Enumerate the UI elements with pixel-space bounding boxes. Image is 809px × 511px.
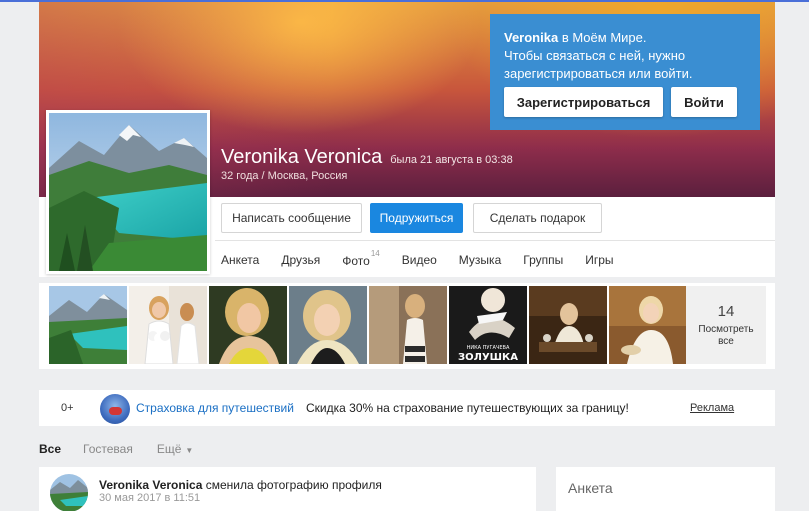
nav-item-music[interactable]: Музыка <box>459 253 501 268</box>
ad-logo-icon[interactable] <box>100 394 130 424</box>
last-seen: была 21 августа в 03:38 <box>390 154 513 166</box>
poster-title: ЗОЛУШКА <box>458 352 518 363</box>
add-friend-button[interactable]: Подружиться <box>370 203 463 233</box>
post-date[interactable]: 30 мая 2017 в 11:51 <box>99 492 200 504</box>
post-avatar[interactable] <box>50 474 88 511</box>
poster-subtitle: НИКА ПУГАЧЕВА <box>467 345 510 351</box>
see-all-label-line1: Посмотреть <box>698 323 754 335</box>
photo-thumb[interactable] <box>609 286 687 364</box>
write-message-button[interactable]: Написать сообщение <box>221 203 362 233</box>
profile-nav: Анкета Друзья Фото14 Видео Музыка Группы… <box>221 249 636 268</box>
photos-count: 14 <box>717 302 735 320</box>
ad-age-rating: 0+ <box>61 402 74 414</box>
profile-meta: 32 года / Москва, Россия <box>221 170 348 182</box>
nav-item-groups[interactable]: Группы <box>523 253 563 268</box>
register-prompt: Veronika в Моём Мире. Чтобы связаться с … <box>490 14 760 130</box>
tab-more[interactable]: Ещё ▼ <box>157 442 193 456</box>
register-user-name: Veronika <box>504 30 559 45</box>
nav-item-profile[interactable]: Анкета <box>221 253 259 268</box>
tab-guestbook[interactable]: Гостевая <box>83 442 133 456</box>
register-line3: зарегистрироваться или войти. <box>504 66 693 81</box>
tab-more-label: Ещё <box>156 442 182 456</box>
photo-thumb[interactable] <box>289 286 367 364</box>
send-gift-button[interactable]: Сделать подарок <box>473 203 602 233</box>
photo-thumb[interactable] <box>369 286 447 364</box>
post-action-text: сменила фотографию профиля <box>202 478 382 492</box>
photo-thumb[interactable] <box>49 286 127 364</box>
ad-label-link[interactable]: Реклама <box>690 402 734 414</box>
see-all-photos-button[interactable]: 14 Посмотреть все <box>686 286 766 364</box>
photo-thumb[interactable]: НИКА ПУГАЧЕВА ЗОЛУШКА <box>449 286 527 364</box>
profile-name: Veronika Veronica <box>221 146 383 168</box>
login-button[interactable]: Войти <box>671 87 737 117</box>
ad-title-link[interactable]: Страховка для путешествий <box>136 401 294 415</box>
photo-thumb[interactable] <box>129 286 207 364</box>
nav-item-photo-count: 14 <box>370 249 380 258</box>
register-line2: Чтобы связаться с ней, нужно <box>504 48 686 63</box>
feed-tabs: Все Гостевая Ещё ▼ <box>39 442 217 456</box>
nav-item-photo[interactable]: Фото14 <box>342 249 379 268</box>
register-button[interactable]: Зарегистрироваться <box>504 87 663 117</box>
profile-info-title: Анкета <box>568 480 613 496</box>
nav-divider <box>215 240 775 241</box>
see-all-label-line2: все <box>718 335 734 347</box>
photo-thumb[interactable] <box>209 286 287 364</box>
nav-item-video[interactable]: Видео <box>402 253 437 268</box>
ad-description[interactable]: Скидка 30% на страхование путешествующих… <box>306 401 629 415</box>
register-line1: в Моём Мире. <box>558 30 647 45</box>
post-author-link[interactable]: Veronika Veronica <box>99 478 202 492</box>
profile-avatar[interactable] <box>46 110 210 274</box>
nav-item-friends[interactable]: Друзья <box>281 253 320 268</box>
tab-all[interactable]: Все <box>39 442 61 456</box>
nav-item-photo-label: Фото <box>342 254 370 268</box>
chevron-down-icon: ▼ <box>185 446 194 455</box>
photo-thumb[interactable] <box>529 286 607 364</box>
register-prompt-text: Veronika в Моём Мире. Чтобы связаться с … <box>504 29 746 83</box>
mountain-lake-photo <box>49 113 207 271</box>
post-headline: Veronika Veronica сменила фотографию про… <box>99 478 382 492</box>
nav-item-games[interactable]: Игры <box>585 253 613 268</box>
